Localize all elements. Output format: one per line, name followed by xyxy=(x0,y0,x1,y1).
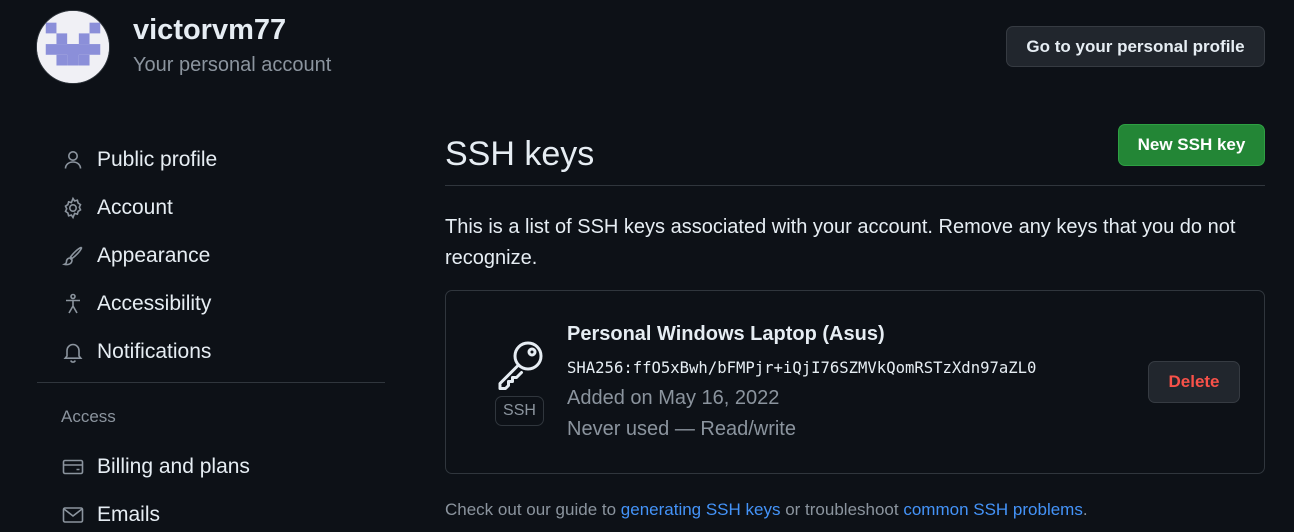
account-type-label: Your personal account xyxy=(133,54,332,76)
ssh-keys-description: This is a list of SSH keys associated wi… xyxy=(445,216,1236,269)
page-title: SSH keys xyxy=(445,135,595,173)
ssh-guide-note: Check out our guide to generating SSH ke… xyxy=(445,500,1265,520)
sidebar-item-label: Notifications xyxy=(97,340,212,363)
sidebar-item-notifications[interactable]: Notifications xyxy=(37,328,385,376)
ssh-key-title: Personal Windows Laptop (Asus) xyxy=(567,323,885,345)
ssh-key-list-item: SSH Personal Windows Laptop (Asus) SHA25… xyxy=(445,290,1265,474)
ssh-key-added-date: Added on May 16, 2022 xyxy=(567,387,780,409)
sidebar-item-billing[interactable]: Billing and plans xyxy=(37,443,385,491)
sidebar-item-appearance[interactable]: Appearance xyxy=(37,232,385,280)
new-ssh-key-button[interactable]: New SSH key xyxy=(1118,123,1265,166)
sidebar-item-label: Public profile xyxy=(97,148,218,171)
guide-note-prefix: Check out our guide to xyxy=(445,500,621,519)
settings-page: victorvm77 Your personal account Go to y… xyxy=(0,0,1294,532)
sidebar-item-accessibility[interactable]: Accessibility xyxy=(37,280,385,328)
identicon-avatar-icon xyxy=(37,11,109,83)
sidebar-item-label: Account xyxy=(97,196,173,219)
ssh-key-fingerprint: SHA256:ffO5xBwh/bFMPjr+iQjI76SZMVkQomRST… xyxy=(567,359,1037,377)
page-header: SSH keys New SSH key xyxy=(445,120,1265,186)
bell-icon xyxy=(61,340,85,364)
common-ssh-problems-link[interactable]: common SSH problems xyxy=(903,500,1083,519)
sidebar-item-public-profile[interactable]: Public profile xyxy=(37,136,385,184)
person-icon xyxy=(61,148,85,172)
sidebar-divider xyxy=(37,382,385,383)
sidebar-item-label: Appearance xyxy=(97,244,211,267)
ssh-key-usage: Never used — Read/write xyxy=(567,418,796,440)
settings-sidebar: Public profile Account Appearance Access… xyxy=(37,136,385,532)
guide-note-middle: or troubleshoot xyxy=(780,500,904,519)
access-section-heading: Access xyxy=(61,407,116,426)
delete-ssh-key-button[interactable]: Delete xyxy=(1148,361,1240,403)
sidebar-item-emails[interactable]: Emails xyxy=(37,491,385,532)
sidebar-item-label: Billing and plans xyxy=(97,455,250,478)
credit-card-icon xyxy=(61,455,85,479)
sidebar-item-label: Emails xyxy=(97,503,161,526)
ssh-keys-panel: SSH keys New SSH key This is a list of S… xyxy=(445,120,1265,520)
gear-icon xyxy=(61,196,85,220)
go-to-profile-button[interactable]: Go to your personal profile xyxy=(1006,26,1265,67)
generating-ssh-keys-link[interactable]: generating SSH keys xyxy=(621,500,781,519)
ssh-type-badge: SSH xyxy=(495,396,544,426)
accessibility-icon xyxy=(61,292,85,316)
key-icon xyxy=(492,336,548,392)
guide-note-suffix: . xyxy=(1082,500,1088,519)
avatar[interactable] xyxy=(36,10,110,84)
sidebar-item-label: Accessibility xyxy=(97,292,212,315)
paintbrush-icon xyxy=(61,244,85,268)
sidebar-item-account[interactable]: Account xyxy=(37,184,385,232)
username[interactable]: victorvm77 xyxy=(133,14,286,47)
mail-icon xyxy=(61,503,85,527)
